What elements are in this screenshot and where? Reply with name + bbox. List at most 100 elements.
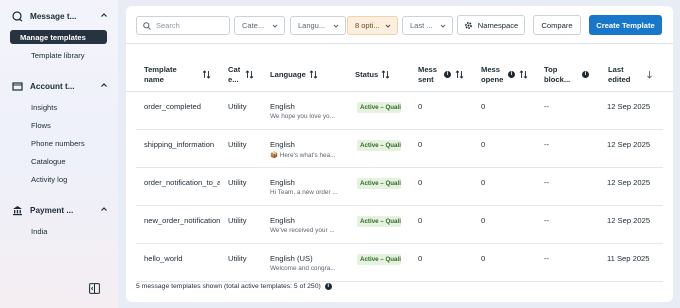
table-row[interactable]: hello_world Utility English (US) Welcome…	[136, 244, 663, 282]
template-name[interactable]: shipping_information	[144, 140, 224, 149]
sort-icon[interactable]	[381, 70, 390, 79]
top-block-cell: --	[544, 102, 550, 111]
sidebar-item-manage-templates[interactable]: Manage templates	[10, 30, 107, 44]
column-header-top-block-reason[interactable]: Top block...	[544, 65, 576, 85]
sort-descending-icon[interactable]	[645, 70, 654, 79]
column-header-last-edited[interactable]: Last edited	[608, 65, 630, 85]
template-name[interactable]: order_completed	[144, 102, 230, 111]
category-filter[interactable]: Cate...	[234, 16, 285, 35]
sent-cell: 0	[418, 178, 423, 187]
last-edited-cell: 11 Sep 2025	[607, 254, 650, 263]
info-icon[interactable]: i	[582, 71, 589, 78]
payment-bank-icon	[12, 205, 23, 216]
category-cell: Utility	[228, 140, 247, 149]
sidebar-item-flows[interactable]: Flows	[10, 118, 107, 132]
sent-cell: 0	[418, 102, 423, 111]
sort-icon[interactable]	[519, 70, 528, 79]
column-header-messages-opened[interactable]: Mess opene	[481, 65, 505, 85]
status-badge: Active – Quality pending	[357, 140, 401, 151]
gear-icon	[464, 21, 472, 29]
preview-text: 📦 Here's what's hea...	[270, 152, 336, 159]
sidebar-item-india[interactable]: India	[10, 224, 107, 238]
create-template-button[interactable]: Create Template	[589, 15, 662, 35]
section-payment[interactable]: Payment ...	[12, 203, 107, 217]
search-input[interactable]: Search	[136, 16, 230, 35]
template-name[interactable]: hello_world	[144, 254, 224, 263]
opened-cell: 0	[481, 140, 486, 149]
column-header-status[interactable]: Status	[355, 70, 378, 80]
collapse-sidebar-icon[interactable]	[89, 283, 100, 294]
last-edited-cell: 12 Sep 2025	[607, 140, 651, 149]
info-icon[interactable]: i	[508, 71, 515, 78]
table-row[interactable]: order_completed Utility English We hope …	[136, 92, 663, 130]
sidebar-item-template-library[interactable]: Template library	[10, 48, 107, 62]
last-edited-filter[interactable]: Last ...	[402, 16, 453, 35]
info-icon[interactable]: i	[444, 71, 451, 78]
table-row[interactable]: order_notification_to_a Utility English …	[136, 168, 663, 206]
last-edited-cell: 12 Sep 2025	[607, 216, 651, 225]
chevron-down-icon	[272, 24, 278, 28]
header-line: Mess	[481, 65, 500, 74]
column-header-category[interactable]: Cat e...	[228, 65, 240, 85]
header-line: block...	[544, 75, 571, 84]
category-cell: Utility	[228, 216, 247, 225]
section-title: Account t...	[30, 81, 75, 91]
sent-cell: 0	[418, 254, 423, 263]
status-badge: Active – Quality pending	[357, 254, 401, 265]
table-header: Template name Cat e... Language Status M…	[126, 58, 673, 92]
chevron-up-icon[interactable]	[100, 81, 108, 89]
top-block-cell: --	[544, 140, 550, 149]
search-placeholder: Search	[156, 21, 180, 30]
sort-icon[interactable]	[202, 70, 211, 79]
sidebar: Message t... Manage templates Template l…	[0, 0, 118, 308]
last-edited-cell: 12 Sep 2025	[607, 178, 651, 187]
section-title: Message t...	[30, 11, 77, 21]
preview-text: We've received your ...	[270, 227, 335, 234]
sidebar-item-activity-log[interactable]: Activity log	[10, 172, 107, 186]
sort-icon[interactable]	[309, 70, 318, 79]
sidebar-item-insights[interactable]: Insights	[10, 100, 107, 114]
header-line: opene	[481, 75, 504, 84]
opened-cell: 0	[481, 216, 486, 225]
opened-cell: 0	[481, 102, 486, 111]
language-filter[interactable]: Langu...	[290, 16, 346, 35]
column-header-template-name[interactable]: Template name	[144, 65, 177, 85]
info-icon[interactable]: i	[324, 283, 332, 290]
templates-panel: Search Cate... Langu... 8 opti... Last .…	[126, 6, 673, 302]
sort-icon[interactable]	[245, 70, 254, 79]
status-filter[interactable]: 8 opti...	[347, 16, 398, 35]
templates-count-text: 5 message templates shown (total active …	[136, 283, 321, 290]
column-header-messages-sent[interactable]: Mess sent	[418, 65, 440, 85]
category-cell: Utility	[228, 102, 247, 111]
table-row[interactable]: new_order_notification Utility English W…	[136, 206, 663, 244]
status-badge: Active – Quality pending	[357, 178, 401, 189]
template-name[interactable]: new_order_notification	[144, 216, 224, 225]
template-name[interactable]: order_notification_to_a	[144, 178, 220, 187]
namespace-button[interactable]: Namespace	[457, 15, 525, 35]
last-edited-cell: 12 Sep 2025	[607, 102, 651, 111]
compare-button[interactable]: Compare	[533, 15, 581, 35]
section-message-templates[interactable]: Message t...	[12, 9, 107, 23]
section-title: Payment ...	[30, 205, 74, 215]
sent-cell: 0	[418, 216, 423, 225]
header-line: Top	[544, 65, 558, 74]
category-cell: Utility	[228, 178, 247, 187]
message-templates-icon	[12, 10, 23, 22]
table-footer: 5 message templates shown (total active …	[136, 283, 332, 290]
header-line: Cat	[228, 65, 241, 74]
section-account-tools[interactable]: Account t...	[12, 79, 107, 93]
header-line: edited	[608, 75, 631, 84]
header-line: Mess	[418, 65, 437, 74]
sidebar-item-phone-numbers[interactable]: Phone numbers	[10, 136, 107, 150]
column-header-language[interactable]: Language	[270, 70, 306, 80]
filter-label: Langu...	[298, 21, 326, 30]
status-badge: Active – Quality pending	[357, 216, 401, 227]
header-line: sent	[418, 75, 434, 84]
sort-icon[interactable]	[455, 70, 464, 79]
chevron-up-icon[interactable]	[100, 205, 108, 213]
chevron-up-icon[interactable]	[100, 11, 108, 19]
status-badge: Active – Quality pending	[357, 102, 401, 113]
sidebar-item-catalogue[interactable]: Catalogue	[10, 154, 107, 168]
category-cell: Utility	[228, 254, 247, 263]
table-row[interactable]: shipping_information Utility English 📦 H…	[136, 130, 663, 168]
